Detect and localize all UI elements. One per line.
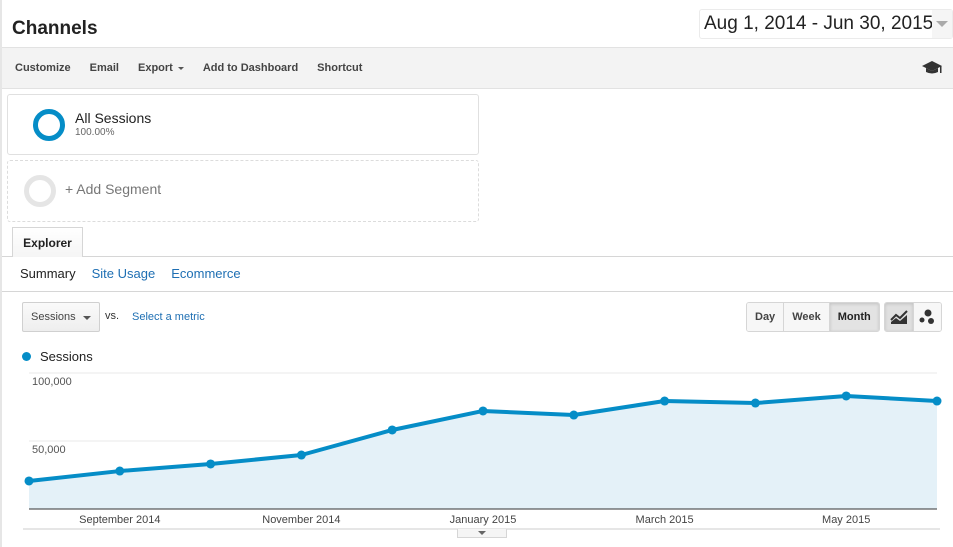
data-point-may-2015 xyxy=(841,391,851,401)
chevron-down-icon[interactable] xyxy=(932,10,952,38)
customize-label: Customize xyxy=(15,62,71,74)
x-tick-label: September 2014 xyxy=(79,514,160,526)
tab-divider xyxy=(2,256,953,257)
period-toggle: Day Week Month xyxy=(746,302,880,332)
explorer-subtabs: Summary Site Usage Ecommerce xyxy=(20,266,257,281)
vs-label: vs. xyxy=(105,310,120,322)
add-segment-button[interactable]: + Add Segment xyxy=(7,160,479,222)
x-tick-label: November 2014 xyxy=(262,514,340,526)
metric-select-value: Sessions xyxy=(31,311,76,323)
line-chart-icon xyxy=(890,310,908,324)
motion-chart-button[interactable] xyxy=(913,303,941,331)
tab-explorer[interactable]: Explorer xyxy=(12,227,83,257)
data-point-dec-2014 xyxy=(387,425,397,435)
period-week-button[interactable]: Week xyxy=(784,303,830,331)
segment-name: All Sessions xyxy=(75,110,152,126)
x-tick-label: January 2015 xyxy=(450,514,517,526)
export-button[interactable]: Export xyxy=(138,62,184,74)
segment-ring-icon xyxy=(33,109,65,141)
metric-select[interactable]: Sessions xyxy=(22,302,100,332)
report-toolbar: Customize Email Export Add to Dashboard … xyxy=(2,47,953,89)
subtab-ecommerce[interactable]: Ecommerce xyxy=(171,266,240,281)
period-month-button[interactable]: Month xyxy=(829,303,879,331)
chart-collapse-handle[interactable] xyxy=(457,529,507,538)
data-point-feb-2015 xyxy=(569,410,579,420)
x-tick-label: May 2015 xyxy=(822,514,870,526)
data-point-jan-2015 xyxy=(478,406,488,416)
motion-chart-icon xyxy=(919,309,935,324)
segment-percent: 100.00% xyxy=(75,127,115,138)
y-tick-label: 100,000 xyxy=(32,376,72,388)
data-point-apr-2015 xyxy=(750,398,760,408)
line-chart-button[interactable] xyxy=(885,303,914,331)
page-title: Channels xyxy=(12,18,98,39)
add-to-dashboard-button[interactable]: Add to Dashboard xyxy=(203,62,298,74)
shortcut-label: Shortcut xyxy=(317,62,363,74)
empty-segment-ring-icon xyxy=(24,175,56,207)
subtab-summary[interactable]: Summary xyxy=(20,266,76,281)
date-range-text: Aug 1, 2014 - Jun 30, 2015 xyxy=(704,13,934,34)
customize-button[interactable]: Customize xyxy=(15,62,71,74)
add-to-dashboard-label: Add to Dashboard xyxy=(202,62,299,74)
subtab-divider xyxy=(2,291,953,292)
data-point-mar-2015 xyxy=(660,396,670,406)
data-point-oct-2014 xyxy=(206,459,216,469)
date-range-picker[interactable]: Aug 1, 2014 - Jun 30, 2015 xyxy=(699,9,953,39)
segment-all-sessions[interactable]: All Sessions 100.00% xyxy=(7,94,479,155)
shortcut-button[interactable]: Shortcut xyxy=(317,62,362,74)
y-tick-label: 50,000 xyxy=(32,444,66,456)
email-button[interactable]: Email xyxy=(90,62,119,74)
chart-type-toggle xyxy=(884,302,942,332)
caret-down-icon xyxy=(177,66,184,70)
data-point-nov-2014 xyxy=(296,450,306,460)
x-tick-label: March 2015 xyxy=(636,514,694,526)
subtab-site-usage[interactable]: Site Usage xyxy=(92,266,156,281)
data-point-jun-2015 xyxy=(932,396,942,406)
graduation-cap-icon[interactable] xyxy=(921,59,943,77)
add-segment-label: + Add Segment xyxy=(65,181,162,197)
export-label: Export xyxy=(137,62,173,74)
sessions-chart: 50,000 100,000 September 2014 November 2014… xyxy=(23,372,942,530)
email-label: Email xyxy=(89,62,119,74)
caret-down-icon xyxy=(83,316,91,320)
data-point-aug-2014 xyxy=(24,476,34,486)
period-day-button[interactable]: Day xyxy=(747,303,785,331)
data-point-sep-2014 xyxy=(115,466,125,476)
select-metric-link[interactable]: Select a metric xyxy=(132,311,205,323)
